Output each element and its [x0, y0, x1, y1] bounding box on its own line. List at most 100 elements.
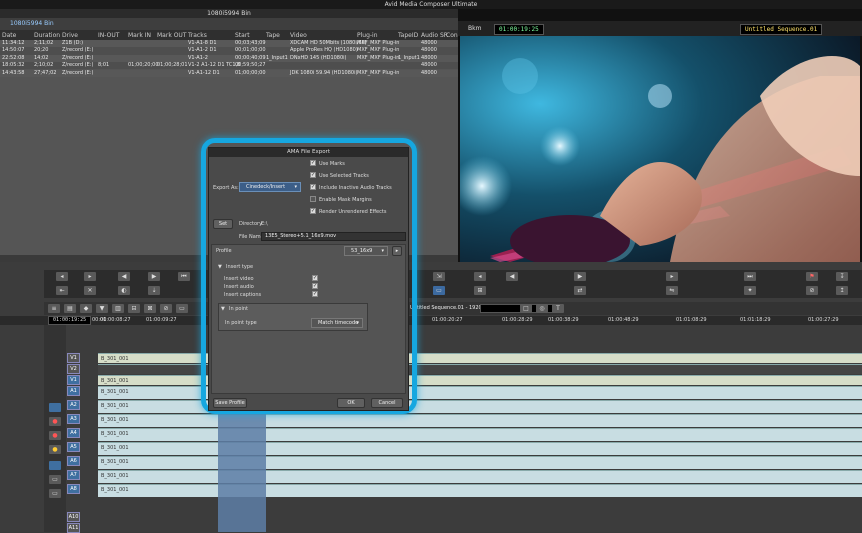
include-inactive-audio-checkbox[interactable]: ✓	[310, 184, 316, 190]
timeline-clip[interactable]: B_301_001	[98, 456, 862, 469]
step-forward-button[interactable]: ▶	[148, 272, 160, 281]
track-label[interactable]: V2	[67, 364, 80, 374]
mark-in-button[interactable]: ◂	[56, 272, 68, 281]
waveform-button[interactable]: ▭	[49, 475, 61, 484]
mute-track-button[interactable]: ●	[49, 445, 61, 454]
extract-button[interactable]: ↧	[836, 272, 848, 281]
track-label[interactable]: V1	[67, 353, 80, 363]
timeline-tool-2[interactable]: ▤	[64, 304, 76, 313]
track-label[interactable]: V1	[67, 375, 80, 385]
source-timecode[interactable]: 01:00:19:25	[494, 24, 544, 35]
bin-row[interactable]: 11:34:12 2;11;02 Z1B (D:) V1-A1-8 D1 00;03;4…	[0, 40, 458, 48]
bin-row[interactable]: 22:52:08 14;02 Z/record (E:) V1-A1-2 00;00;4…	[0, 54, 458, 62]
column-header[interactable]: Mark IN	[128, 32, 151, 39]
timeline-tool-3[interactable]: ◆	[80, 304, 92, 313]
match-frame-button[interactable]: ◐	[118, 286, 130, 295]
column-header[interactable]: Mark OUT	[157, 32, 186, 39]
timeline-timecode[interactable]: 01:00:19:25	[48, 316, 92, 325]
column-header[interactable]: TapeID	[398, 32, 418, 39]
column-header[interactable]: Drive	[62, 32, 78, 39]
export-button[interactable]: ↥	[836, 286, 848, 295]
go-to-out-button[interactable]: ⏭	[744, 272, 756, 281]
track-label[interactable]: A3	[67, 414, 80, 424]
go-to-in-button[interactable]: ⏮	[178, 272, 190, 281]
column-header[interactable]: IN-OUT	[98, 32, 119, 39]
sequence-name-display[interactable]: Untitled Sequence.01	[740, 24, 823, 35]
timeline-tool-10[interactable]: □	[520, 304, 532, 313]
insert-video-checkbox[interactable]: ✓	[312, 275, 318, 281]
file-name-input[interactable]: 13E5_Stereo+5.1_16x9.mov	[261, 232, 406, 241]
track-label[interactable]: A8	[67, 484, 80, 494]
bin-tab[interactable]: 1080i5994 Bin	[0, 18, 458, 30]
timeline-clip[interactable]: B_301_001	[98, 470, 862, 483]
timeline-tool-11[interactable]: ◎	[536, 304, 548, 313]
step-back-button[interactable]: ◀	[118, 272, 130, 281]
record-track-button[interactable]: ●	[49, 417, 61, 426]
segment-mode-button[interactable]: ▭	[433, 286, 445, 295]
track-label[interactable]: A6	[67, 456, 80, 466]
track-monitor-button[interactable]	[49, 403, 61, 412]
mark-clip-button[interactable]: ⇤	[56, 286, 68, 295]
selected-region[interactable]	[218, 414, 266, 532]
track-label[interactable]: A7	[67, 470, 80, 480]
disable-button[interactable]: ⊘	[806, 286, 818, 295]
cancel-button[interactable]: Cancel	[371, 398, 403, 408]
timeline-clip[interactable]: B_301_001	[98, 414, 862, 427]
timeline-tool-4[interactable]: ▼	[96, 304, 108, 313]
solo-track-button[interactable]: ●	[49, 431, 61, 440]
bin-row[interactable]: 18:05:32 2;10;02 Z/record (E:) 8;01 01;00;20…	[0, 62, 458, 70]
collapse-triangle-icon[interactable]: ▼	[221, 306, 225, 312]
collapse-triangle-icon[interactable]: ▼	[218, 264, 222, 270]
column-header[interactable]: Audio SR	[421, 32, 448, 39]
column-header[interactable]: Tracks	[188, 32, 207, 39]
render-button[interactable]: ⇄	[574, 286, 586, 295]
column-header[interactable]: Duration	[34, 32, 60, 39]
mark-in-record-button[interactable]: ◂	[474, 272, 486, 281]
insert-audio-checkbox[interactable]: ✓	[312, 283, 318, 289]
track-label[interactable]: A10	[67, 512, 80, 522]
timeline-ruler[interactable]: 01:00:19:25 00:00 01:00:08:27 01:00:09:2…	[0, 316, 862, 325]
timeline-tool-7[interactable]: ⊠	[144, 304, 156, 313]
profile-select[interactable]: 53_16x9 ▾	[344, 246, 388, 256]
timeline-tool-12[interactable]: T	[552, 304, 564, 313]
overwrite-button[interactable]: ⇣	[148, 286, 160, 295]
effect-button[interactable]: ✦	[744, 286, 756, 295]
column-header[interactable]: Plug-in	[357, 32, 378, 39]
timeline-tool-5[interactable]: ▥	[112, 304, 124, 313]
render-unrendered-checkbox[interactable]: ✓	[310, 208, 316, 214]
ok-button[interactable]: OK	[337, 398, 365, 408]
add-edit-button[interactable]: ⊞	[474, 286, 486, 295]
track-label[interactable]: A5	[67, 442, 80, 452]
timeline-tool-6[interactable]: ⊟	[128, 304, 140, 313]
play-in-button[interactable]: ▸	[84, 272, 96, 281]
column-header[interactable]: Start	[235, 32, 250, 39]
column-header[interactable]: Date	[2, 32, 16, 39]
timeline-clip[interactable]: B_301_001	[98, 442, 862, 455]
clear-marks-button[interactable]: ✕	[84, 286, 96, 295]
profile-menu-button[interactable]: ▸	[392, 246, 402, 256]
play-button[interactable]: ▸	[666, 272, 678, 281]
enable-mask-margins-checkbox[interactable]	[310, 196, 316, 202]
insert-captions-checkbox[interactable]: ✓	[312, 291, 318, 297]
column-header[interactable]: Video	[290, 32, 307, 39]
column-header[interactable]: Tape	[266, 32, 280, 39]
track-patch-button[interactable]	[49, 461, 61, 470]
use-marks-checkbox[interactable]: ✓	[310, 160, 316, 166]
timeline-tool-1[interactable]: ≡	[48, 304, 60, 313]
use-selected-tracks-checkbox[interactable]: ✓	[310, 172, 316, 178]
save-profile-button[interactable]: Save Profile	[213, 398, 247, 408]
splice-button[interactable]: ⇲	[433, 272, 445, 281]
timeline-tool-8[interactable]: ⊘	[160, 304, 172, 313]
bin-row[interactable]: 14:50:07 20;20 Z/record (E:) V1-A1-2 D1 00;0…	[0, 47, 458, 55]
bin-row[interactable]: 14:43:58 27;47;02 Z/record (E:) V1-A1-12 D1…	[0, 69, 458, 77]
export-as-select[interactable]: Cinedeck/Insert ▾	[239, 182, 301, 192]
in-point-type-select[interactable]: Match timecode ▾	[311, 318, 363, 328]
track-label[interactable]: A4	[67, 428, 80, 438]
step-back-record-button[interactable]: ◀	[506, 272, 518, 281]
track-label[interactable]: A1	[67, 386, 80, 396]
audio-clip-gain-button[interactable]: ▭	[49, 489, 61, 498]
trim-button[interactable]: ⇋	[666, 286, 678, 295]
play-record-button[interactable]: ▶	[574, 272, 586, 281]
timeline-clip[interactable]: B_301_001	[98, 428, 862, 441]
lift-button[interactable]: ⚑	[806, 272, 818, 281]
